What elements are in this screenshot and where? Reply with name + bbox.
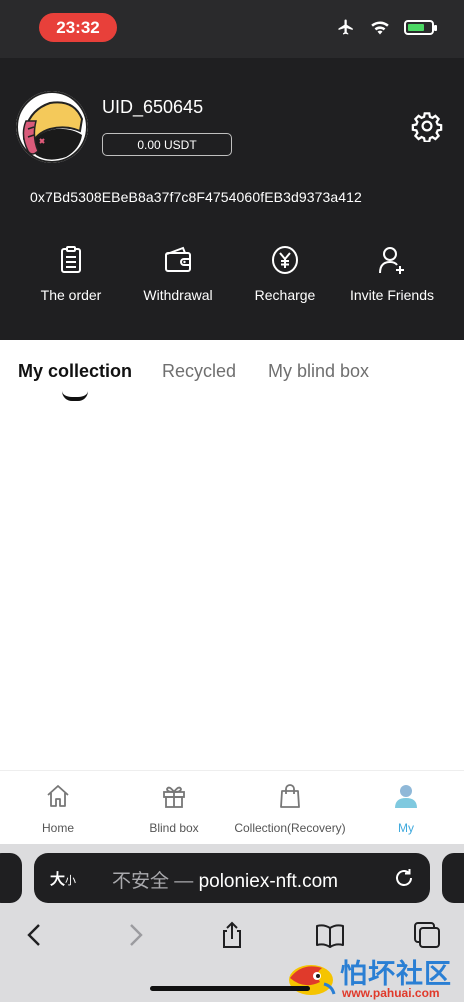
reload-icon[interactable]	[392, 866, 416, 890]
watermark-url: www.pahuai.com	[342, 986, 440, 1000]
insecure-label: 不安全 —	[112, 871, 194, 892]
clipboard-icon	[61, 246, 81, 273]
tab-my-blind-box[interactable]: My blind box	[268, 361, 369, 382]
bottom-navigation: Home Blind box Collection(Recovery) My	[0, 770, 464, 844]
back-icon[interactable]	[20, 920, 50, 950]
url-display[interactable]: 不安全 — poloniex-nft.com	[112, 866, 338, 893]
address-bar[interactable]: 大小 不安全 — poloniex-nft.com	[34, 853, 430, 903]
share-icon[interactable]	[217, 920, 247, 950]
gift-icon	[163, 786, 185, 808]
action-row: The order Withdrawal Recharge Invite Fri…	[0, 244, 464, 304]
wallet-address: 0x7Bd5308EBeB8a37f7c8F4754060fEB3d9373a4…	[30, 189, 362, 205]
withdrawal-label: Withdrawal	[143, 287, 213, 303]
the-order-button[interactable]: The order	[13, 244, 129, 303]
text-size-big: 大	[50, 871, 66, 888]
bookmarks-icon[interactable]	[315, 920, 345, 950]
profile-header: UID_650645 0.00 USDT 0x7Bd5308EBeB8a37f7…	[0, 58, 464, 340]
user-icon	[395, 785, 417, 808]
airplane-icon	[338, 19, 353, 35]
avatar[interactable]	[16, 91, 88, 163]
tab-recycled[interactable]: Recycled	[162, 361, 236, 382]
home-indicator	[150, 986, 310, 991]
watermark-logo	[289, 965, 336, 995]
nav-collection-recovery-label: Collection(Recovery)	[234, 821, 346, 835]
nav-my[interactable]: My	[348, 783, 464, 835]
yen-coin-icon	[272, 246, 298, 274]
collection-tabs: My collection Recycled My blind box	[0, 340, 464, 410]
battery-charging-icon	[404, 19, 437, 35]
nav-home-label: Home	[41, 821, 74, 835]
invite-friends-label: Invite Friends	[349, 287, 435, 303]
forward-icon[interactable]	[120, 920, 150, 950]
gear-icon[interactable]	[411, 110, 443, 142]
next-tab-preview[interactable]	[442, 853, 464, 903]
shopping-bag-icon	[280, 784, 300, 808]
invite-friends-button[interactable]: Invite Friends	[334, 244, 450, 303]
recharge-label: Recharge	[254, 287, 316, 303]
nav-blind-box-label: Blind box	[149, 821, 199, 835]
withdrawal-button[interactable]: Withdrawal	[120, 244, 236, 303]
status-icons	[336, 18, 437, 36]
tabs-icon[interactable]	[412, 920, 442, 950]
nav-collection-recovery[interactable]: Collection(Recovery)	[232, 783, 348, 835]
the-order-label: The order	[40, 287, 102, 303]
add-user-icon	[379, 247, 404, 274]
user-id: UID_650645	[102, 97, 204, 117]
text-size-small: 小	[65, 875, 77, 887]
balance-badge: 0.00 USDT	[102, 133, 232, 156]
status-time: 23:32	[39, 13, 117, 42]
nav-my-label: My	[398, 821, 414, 835]
domain-text: poloniex-nft.com	[198, 871, 338, 892]
active-tab-indicator	[62, 391, 88, 401]
wifi-icon	[371, 21, 389, 35]
wallet-icon	[165, 246, 191, 272]
text-size-button[interactable]: 大小	[50, 868, 76, 889]
app-screen: 23:32 UID_650645 0.00 USDT 0x7Bd5308EBeB…	[0, 0, 464, 1002]
status-bar: 23:32	[0, 0, 464, 58]
nav-home[interactable]: Home	[0, 783, 116, 835]
tab-my-collection[interactable]: My collection	[18, 361, 132, 382]
nav-blind-box[interactable]: Blind box	[116, 783, 232, 835]
watermark: 怕坏社区 www.pahuai.com	[280, 950, 464, 1002]
recharge-button[interactable]: Recharge	[227, 244, 343, 303]
home-icon	[47, 785, 69, 807]
previous-tab-preview[interactable]	[0, 853, 22, 903]
